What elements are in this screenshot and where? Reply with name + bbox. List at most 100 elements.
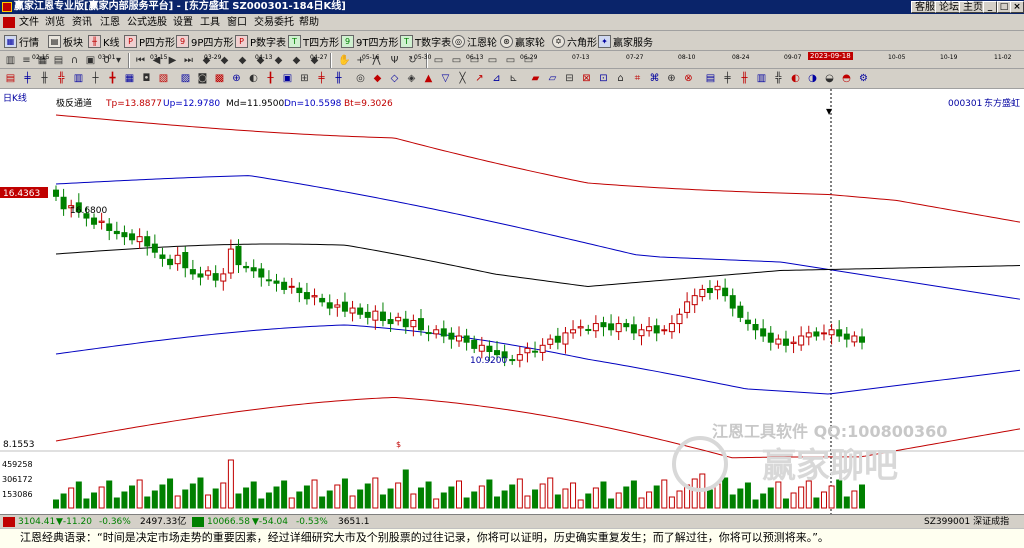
box5-icon[interactable]: ▭ [504, 54, 517, 67]
drawing-tool-icon[interactable]: ◐ [789, 72, 802, 85]
candle-body[interactable] [722, 287, 729, 297]
candle-body[interactable] [227, 248, 234, 274]
candle-body[interactable] [159, 254, 166, 259]
first-icon[interactable]: ⏮ [134, 54, 147, 67]
menu-help[interactable]: 帮助 [299, 14, 319, 31]
candle-body[interactable] [410, 319, 417, 328]
minimize-icon[interactable]: _ [983, 1, 997, 13]
candle-body[interactable] [813, 331, 820, 337]
candle-body[interactable] [684, 301, 691, 313]
candle-body[interactable] [364, 311, 371, 318]
drawing-tool-icon[interactable]: ⊡ [597, 72, 610, 85]
9t-square-button[interactable]: 9 9T四方形 [341, 33, 398, 49]
hand-icon[interactable]: ✋ [338, 54, 351, 67]
kline-button[interactable]: ╫ K线 [88, 33, 120, 49]
candle-body[interactable] [486, 345, 493, 353]
candle-body[interactable] [577, 326, 584, 329]
candle-body[interactable] [668, 323, 675, 333]
candle-body[interactable] [775, 338, 782, 345]
candle-body[interactable] [562, 332, 569, 345]
drawing-tool-icon[interactable]: ◐ [247, 72, 260, 85]
fork-icon[interactable]: Ψ [388, 54, 401, 67]
drawing-tool-icon[interactable]: ◙ [196, 72, 209, 85]
drawing-tool-icon[interactable]: ◇ [388, 72, 401, 85]
drawing-tool-icon[interactable]: ◒ [823, 72, 836, 85]
candle-body[interactable] [638, 329, 645, 337]
candle-body[interactable] [585, 328, 592, 331]
candle-body[interactable] [357, 307, 364, 315]
drawing-tool-icon[interactable]: ▤ [4, 72, 17, 85]
drawing-tool-icon[interactable]: ⌘ [648, 72, 661, 85]
drawing-tool-icon[interactable]: ▤ [704, 72, 717, 85]
candle-body[interactable] [676, 313, 683, 325]
candle-body[interactable] [91, 217, 98, 225]
menu-settings[interactable]: 设置 [173, 14, 193, 31]
sector-button[interactable]: ▤ 板块 [48, 33, 83, 49]
menu-news[interactable]: 资讯 [72, 14, 92, 31]
drawing-tool-icon[interactable]: ◈ [405, 72, 418, 85]
gann-wheel-button[interactable]: ◎ 江恩轮 [452, 33, 497, 49]
drawing-tool-icon[interactable]: ╫ [332, 72, 345, 85]
drawing-tool-icon[interactable]: ▨ [179, 72, 192, 85]
candle-body[interactable] [524, 347, 531, 354]
candle-body[interactable] [326, 302, 333, 309]
candle-body[interactable] [471, 339, 478, 349]
candle-body[interactable] [311, 295, 318, 298]
candle-body[interactable] [798, 335, 805, 346]
drawing-tool-icon[interactable]: ╫ [38, 72, 51, 85]
candle-body[interactable] [151, 243, 158, 253]
candle-body[interactable] [456, 335, 462, 342]
drawing-tool-icon[interactable]: ▱ [546, 72, 559, 85]
drawing-tool-icon[interactable]: ╬ [55, 72, 68, 85]
candle-body[interactable] [615, 323, 622, 333]
winner-wheel-button[interactable]: ⊛ 赢家轮 [500, 33, 545, 49]
chart-canvas[interactable]: 日K线 极反通道 Tp=13.8877 Up=12.9780 Md=11.950… [0, 89, 1024, 514]
candle-body[interactable] [296, 287, 303, 294]
close-icon[interactable]: × [1010, 1, 1024, 13]
9p-square-button[interactable]: 9 9P四方形 [176, 33, 233, 49]
t-square-button[interactable]: T T四方形 [288, 33, 339, 49]
candle-body[interactable] [805, 332, 812, 338]
candle-body[interactable] [235, 245, 242, 266]
quote-button[interactable]: ▦ 行情 [4, 33, 39, 49]
candle-body[interactable] [752, 324, 759, 331]
drawing-tool-icon[interactable]: ⌂ [614, 72, 627, 85]
frame-icon[interactable]: ▣ [84, 54, 97, 67]
drawing-tool-icon[interactable]: ▲ [422, 72, 435, 85]
candle-body[interactable] [859, 336, 865, 343]
drawing-tool-icon[interactable]: ⚙ [857, 72, 870, 85]
candle-body[interactable] [433, 329, 440, 335]
box-icon[interactable]: ▭ [432, 54, 445, 67]
candle-body[interactable] [440, 328, 447, 337]
candle-body[interactable] [790, 341, 797, 344]
candle-body[interactable] [273, 280, 280, 284]
candle-body[interactable] [661, 329, 668, 332]
candle-body[interactable] [402, 318, 409, 328]
winner-service-button[interactable]: ✦ 赢家服务 [598, 33, 653, 49]
drawing-tool-icon[interactable]: ◑ [806, 72, 819, 85]
drawing-tool-icon[interactable]: ╪ [21, 72, 34, 85]
candle-body[interactable] [205, 270, 212, 276]
candle-body[interactable] [623, 323, 630, 328]
candle-body[interactable] [60, 196, 67, 210]
candle-body[interactable] [737, 305, 744, 318]
candle-body[interactable] [349, 307, 356, 314]
drawing-tool-icon[interactable]: ◘ [140, 72, 153, 85]
candle-body[interactable] [653, 325, 660, 334]
kline-chart[interactable]: 日K线 极反通道 Tp=13.8877 Up=12.9780 Md=11.950… [0, 89, 1024, 514]
candle-body[interactable] [836, 329, 843, 337]
candle-body[interactable] [570, 329, 577, 334]
drawing-tool-icon[interactable]: ╪ [315, 72, 328, 85]
candle-body[interactable] [592, 323, 599, 332]
candle-body[interactable] [113, 230, 120, 235]
candle-body[interactable] [372, 310, 379, 321]
drawing-tool-icon[interactable]: ▥ [72, 72, 85, 85]
candle-body[interactable] [250, 267, 257, 272]
candle-body[interactable] [189, 269, 196, 275]
drawing-tool-icon[interactable]: ▽ [439, 72, 452, 85]
drawing-tool-icon[interactable]: ╬ [772, 72, 785, 85]
candle-body[interactable] [843, 333, 850, 340]
candle-body[interactable] [121, 232, 128, 238]
menu-file[interactable]: 文件 [19, 14, 39, 31]
p-number-table-button[interactable]: P P数字表 [235, 33, 286, 49]
